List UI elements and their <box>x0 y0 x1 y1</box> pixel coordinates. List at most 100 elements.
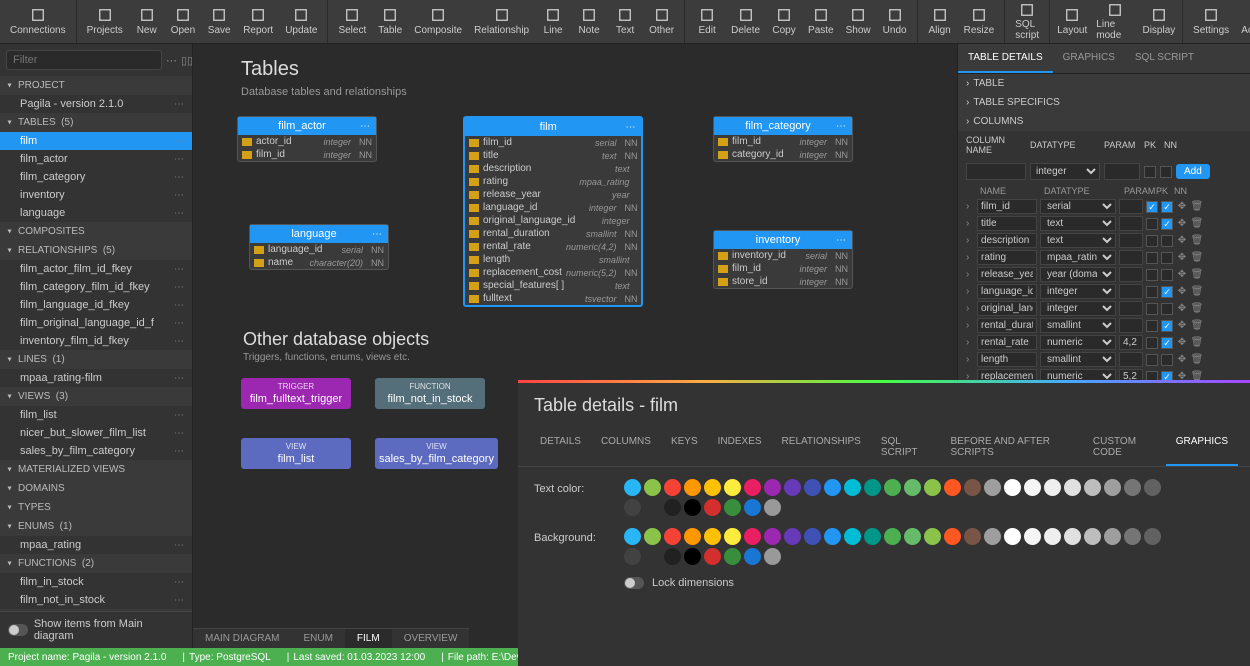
connections-button[interactable]: Connections <box>4 2 72 41</box>
item-menu-icon[interactable]: ⋯ <box>174 428 184 439</box>
color-swatch[interactable] <box>764 499 781 516</box>
tree-item[interactable]: film_category⋯ <box>0 168 192 186</box>
diagram-tab-main diagram[interactable]: MAIN DIAGRAM <box>193 629 291 648</box>
tree-item[interactable]: language⋯ <box>0 204 192 222</box>
color-swatch[interactable] <box>724 548 741 565</box>
column-pk-checkbox[interactable] <box>1146 269 1158 281</box>
show-main-toggle[interactable] <box>8 624 28 636</box>
color-swatch[interactable] <box>1064 528 1081 545</box>
object-film_not_in_stock[interactable]: FUNCTIONfilm_not_in_stock <box>375 378 485 409</box>
color-swatch[interactable] <box>1004 528 1021 545</box>
projects-button[interactable]: Projects <box>81 2 129 41</box>
color-swatch[interactable] <box>664 528 681 545</box>
account-button[interactable]: Account <box>1235 2 1250 41</box>
column-type-select[interactable]: smallint <box>1040 352 1116 367</box>
tree-section-lines[interactable]: ▸LINES (1) <box>0 350 192 369</box>
item-menu-icon[interactable]: ⋯ <box>174 154 184 165</box>
new-column-pk-checkbox[interactable] <box>1144 166 1156 178</box>
color-swatch[interactable] <box>724 479 741 496</box>
new-column-name-input[interactable] <box>966 163 1026 180</box>
tree-item[interactable]: inventory⋯ <box>0 186 192 204</box>
color-swatch[interactable] <box>904 479 921 496</box>
color-swatch[interactable] <box>644 548 661 565</box>
color-swatch[interactable] <box>1084 528 1101 545</box>
item-menu-icon[interactable]: ⋯ <box>174 595 184 606</box>
item-menu-icon[interactable]: ⋯ <box>174 208 184 219</box>
tree-item[interactable]: film_original_language_id_f⋯ <box>0 314 192 332</box>
new-button[interactable]: New <box>129 2 165 41</box>
column-pk-checkbox[interactable] <box>1146 303 1158 315</box>
color-swatch[interactable] <box>664 548 681 565</box>
color-swatch[interactable] <box>984 528 1001 545</box>
delete-icon[interactable]: 🗑 <box>1191 286 1203 298</box>
resize-button[interactable]: Resize <box>958 2 1001 41</box>
paste-button[interactable]: Paste <box>802 2 840 41</box>
color-swatch[interactable] <box>1144 528 1161 545</box>
layout-button[interactable]: Layout <box>1054 2 1090 41</box>
column-type-select[interactable]: mpaa_rating (er <box>1040 250 1116 265</box>
text-button[interactable]: Text <box>607 2 643 41</box>
table-film_actor[interactable]: film_actor⋯actor_idintegerNNfilm_idinteg… <box>237 116 377 162</box>
details-tab-details[interactable]: DETAILS <box>530 428 591 466</box>
details-tab-before-and-after-scripts[interactable]: BEFORE AND AFTER SCRIPTS <box>941 428 1083 466</box>
tree-item[interactable]: film_actor⋯ <box>0 150 192 168</box>
item-menu-icon[interactable]: ⋯ <box>174 190 184 201</box>
color-swatch[interactable] <box>844 528 861 545</box>
item-menu-icon[interactable]: ⋯ <box>174 336 184 347</box>
column-param-input[interactable] <box>1119 267 1143 282</box>
delete-icon[interactable]: 🗑 <box>1191 218 1203 230</box>
color-swatch[interactable] <box>644 479 661 496</box>
tree-section-types[interactable]: ▸TYPES <box>0 498 192 517</box>
column-pk-checkbox[interactable] <box>1146 201 1158 213</box>
right-tab-table-details[interactable]: TABLE DETAILS <box>958 44 1053 73</box>
details-tab-relationships[interactable]: RELATIONSHIPS <box>772 428 871 466</box>
column-param-input[interactable] <box>1119 233 1143 248</box>
color-swatch[interactable] <box>884 528 901 545</box>
layout-toggle-icon[interactable]: ▯▯ <box>181 54 193 67</box>
details-tab-keys[interactable]: KEYS <box>661 428 708 466</box>
panel-section-table[interactable]: › TABLE <box>958 74 1250 93</box>
column-name-input[interactable] <box>977 284 1037 299</box>
move-icon[interactable]: ✥ <box>1176 337 1188 349</box>
color-swatch[interactable] <box>704 479 721 496</box>
delete-button[interactable]: Delete <box>725 2 766 41</box>
delete-icon[interactable]: 🗑 <box>1191 235 1203 247</box>
color-swatch[interactable] <box>704 499 721 516</box>
column-pk-checkbox[interactable] <box>1146 235 1158 247</box>
color-swatch[interactable] <box>1044 479 1061 496</box>
item-menu-icon[interactable]: ⋯ <box>174 136 184 147</box>
color-swatch[interactable] <box>1064 479 1081 496</box>
column-param-input[interactable] <box>1119 318 1143 333</box>
column-name-input[interactable] <box>977 352 1037 367</box>
add-column-button[interactable]: Add <box>1176 164 1210 179</box>
column-type-select[interactable]: integer <box>1040 284 1116 299</box>
tree-section-relationships[interactable]: ▸RELATIONSHIPS (5) <box>0 241 192 260</box>
color-swatch[interactable] <box>1024 479 1041 496</box>
item-menu-icon[interactable]: ⋯ <box>174 172 184 183</box>
edit-button[interactable]: Edit <box>689 2 725 41</box>
color-swatch[interactable] <box>884 479 901 496</box>
column-name-input[interactable] <box>977 233 1037 248</box>
tree-item[interactable]: sales_by_film_category⋯ <box>0 442 192 460</box>
save-button[interactable]: Save <box>201 2 237 41</box>
color-swatch[interactable] <box>624 479 641 496</box>
column-nn-checkbox[interactable] <box>1161 286 1173 298</box>
right-tab-graphics[interactable]: GRAPHICS <box>1053 44 1125 73</box>
object-film_list[interactable]: VIEWfilm_list <box>241 438 351 469</box>
delete-icon[interactable]: 🗑 <box>1191 201 1203 213</box>
color-swatch[interactable] <box>1084 479 1101 496</box>
color-swatch[interactable] <box>684 479 701 496</box>
column-nn-checkbox[interactable] <box>1161 303 1173 315</box>
tree-item[interactable]: film_category_film_id_fkey⋯ <box>0 278 192 296</box>
color-swatch[interactable] <box>1124 528 1141 545</box>
color-swatch[interactable] <box>644 499 661 516</box>
column-type-select[interactable]: year (domain) <box>1040 267 1116 282</box>
table-inventory[interactable]: inventory⋯inventory_idserialNNfilm_idint… <box>713 230 853 289</box>
color-swatch[interactable] <box>704 548 721 565</box>
tree-item[interactable]: film⋯ <box>0 132 192 150</box>
column-nn-checkbox[interactable] <box>1161 337 1173 349</box>
table-film_category[interactable]: film_category⋯film_idintegerNNcategory_i… <box>713 116 853 162</box>
move-icon[interactable]: ✥ <box>1176 303 1188 315</box>
column-pk-checkbox[interactable] <box>1146 252 1158 264</box>
tree-section-project[interactable]: ▸PROJECT <box>0 76 192 95</box>
